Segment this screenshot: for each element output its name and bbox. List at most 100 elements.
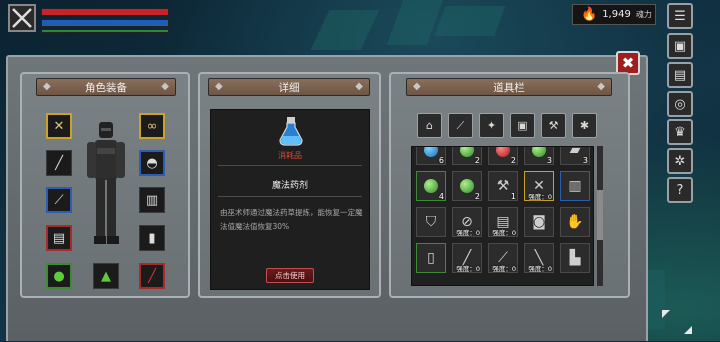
mana-bar	[41, 19, 169, 27]
item-boot[interactable]: ▙	[560, 243, 590, 273]
item-gauntlet[interactable]: ✋	[560, 207, 590, 237]
potion-icon	[532, 147, 546, 157]
item-chestplate[interactable]: ▥	[560, 171, 590, 201]
spear-icon: ╱	[55, 155, 63, 171]
inventory-bag-button[interactable]: ▤	[667, 62, 693, 88]
item-vest[interactable]: ▤ 强度：0	[488, 207, 518, 237]
item-type-label: 消耗品	[278, 151, 302, 160]
item-dagger[interactable]: ⟋ 强度：0	[488, 243, 518, 273]
inventory-bag-icon: ▤	[673, 67, 687, 83]
slot-vial-red[interactable]: ╱	[139, 263, 165, 289]
slot-gloves[interactable]: ▤	[46, 225, 72, 251]
crossed-swords-icon[interactable]	[8, 4, 36, 32]
potion-green-icon: ●	[53, 268, 65, 284]
use-item-button[interactable]: 点击使用	[266, 268, 314, 283]
tools-icon: ⚒	[548, 119, 559, 132]
filter-misc[interactable]: ✱	[572, 113, 597, 138]
item-axe[interactable]: ⚒ 1	[488, 171, 518, 201]
menu-button[interactable]: ☰	[667, 3, 693, 29]
vial-red-icon: ╱	[148, 268, 156, 284]
slot-weapon-main[interactable]: ✕	[46, 113, 72, 139]
filter-tools[interactable]: ⚒	[541, 113, 566, 138]
slot-helmet[interactable]: ◓	[139, 150, 165, 176]
item-green-potion-3[interactable]: 2	[452, 171, 482, 201]
flame-icon: 🔥	[581, 7, 598, 22]
boots-icon: ▮	[148, 230, 156, 246]
all-icon: ⌂	[426, 119, 433, 132]
settings-icon: ✲	[674, 153, 686, 169]
amulet-icon: ∞	[146, 118, 158, 134]
equipment-icon: ▣	[673, 38, 687, 54]
shield-icon: ⛉	[425, 214, 437, 230]
potion-icon	[460, 147, 474, 157]
item-shield[interactable]: ⛉	[416, 207, 446, 237]
character-model	[83, 120, 129, 250]
close-icon: ✖	[621, 54, 635, 72]
item-durability: 强度：0	[528, 193, 552, 201]
chestguard-icon: ◙	[532, 214, 546, 230]
item-durability: 强度：0	[492, 229, 516, 237]
detail-panel-title: 详细	[208, 78, 370, 96]
item-sword[interactable]: ╱ 强度：0	[452, 243, 482, 273]
item-red-potion[interactable]: 2	[488, 147, 518, 165]
flask-green-icon: ▲	[101, 268, 111, 284]
item-durability: 强度：0	[456, 265, 480, 273]
settings-button[interactable]: ✲	[667, 148, 693, 174]
expand-icon[interactable]	[658, 306, 696, 338]
item-count: 2	[474, 192, 480, 201]
item-count: 2	[510, 156, 516, 165]
item-broken-helm[interactable]: ⊘ 强度：0	[452, 207, 482, 237]
experience-bar	[41, 29, 169, 33]
skills-button[interactable]: ◎	[667, 91, 693, 117]
item-green-flask[interactable]: 2	[452, 147, 482, 165]
misc-icon: ✱	[579, 119, 590, 132]
filter-weapon[interactable]: ⟋	[448, 113, 473, 138]
armor-icon: ✦	[486, 119, 497, 132]
slot-flask-green[interactable]: ▲	[93, 263, 119, 289]
item-chestguard[interactable]: ◙	[524, 207, 554, 237]
slot-spear[interactable]: ╱	[46, 150, 72, 176]
filter-all[interactable]: ⌂	[417, 113, 442, 138]
item-green-potion-2[interactable]: 4	[416, 171, 446, 201]
slot-boots[interactable]: ▮	[139, 225, 165, 251]
chestplate-icon: ▥	[568, 178, 582, 194]
axe-icon: ⚒	[496, 178, 510, 194]
item-bracer[interactable]: ▯	[416, 243, 446, 273]
filter-accessory[interactable]: ▣	[510, 113, 535, 138]
inventory-scroll-thumb[interactable]	[597, 190, 603, 240]
soul-power-value: 1,949	[602, 9, 631, 20]
weapon-icon: ⟋	[456, 118, 465, 132]
boot-icon: ▙	[569, 250, 581, 266]
gloves-icon: ▤	[52, 230, 66, 246]
potion-icon	[424, 179, 438, 193]
item-durability: 强度：0	[456, 229, 480, 237]
slot-potion-green[interactable]: ●	[46, 263, 72, 289]
iron-ingot-icon: ▰	[569, 146, 581, 158]
divider	[218, 165, 362, 166]
equipment-button[interactable]: ▣	[667, 33, 693, 59]
item-spear[interactable]: ╲ 强度：0	[524, 243, 554, 273]
help-button[interactable]: ?	[667, 177, 693, 203]
mana-potion-icon	[278, 116, 304, 146]
item-crossed-swords[interactable]: ✕ 强度：0	[524, 171, 554, 201]
item-count: 1	[510, 192, 516, 201]
bracer-icon: ▯	[427, 250, 435, 266]
item-mana-potion[interactable]: 6	[416, 147, 446, 165]
slot-armor[interactable]: ▥	[139, 187, 165, 213]
soul-power-counter: 🔥 1,949 魂力	[572, 4, 656, 25]
item-count: 3	[546, 156, 552, 165]
potion-icon	[496, 147, 510, 157]
crown-icon: ♛	[674, 124, 686, 140]
potion-icon	[424, 147, 438, 157]
item-iron-ingot[interactable]: ▰ 3	[560, 146, 590, 165]
item-count: 3	[582, 156, 588, 165]
slot-dagger[interactable]: ⟋	[46, 187, 72, 213]
helmet-icon: ◓	[146, 155, 158, 171]
slot-amulet[interactable]: ∞	[139, 113, 165, 139]
item-durability: 强度：0	[528, 265, 552, 273]
player-status-hud	[8, 4, 178, 34]
crown-button[interactable]: ♛	[667, 119, 693, 145]
item-description: 由巫术师通过魔法药草提炼，能恢复一定魔法值魔法值恢复30%	[220, 208, 363, 231]
item-green-potion[interactable]: 3	[524, 147, 554, 165]
filter-armor[interactable]: ✦	[479, 113, 504, 138]
